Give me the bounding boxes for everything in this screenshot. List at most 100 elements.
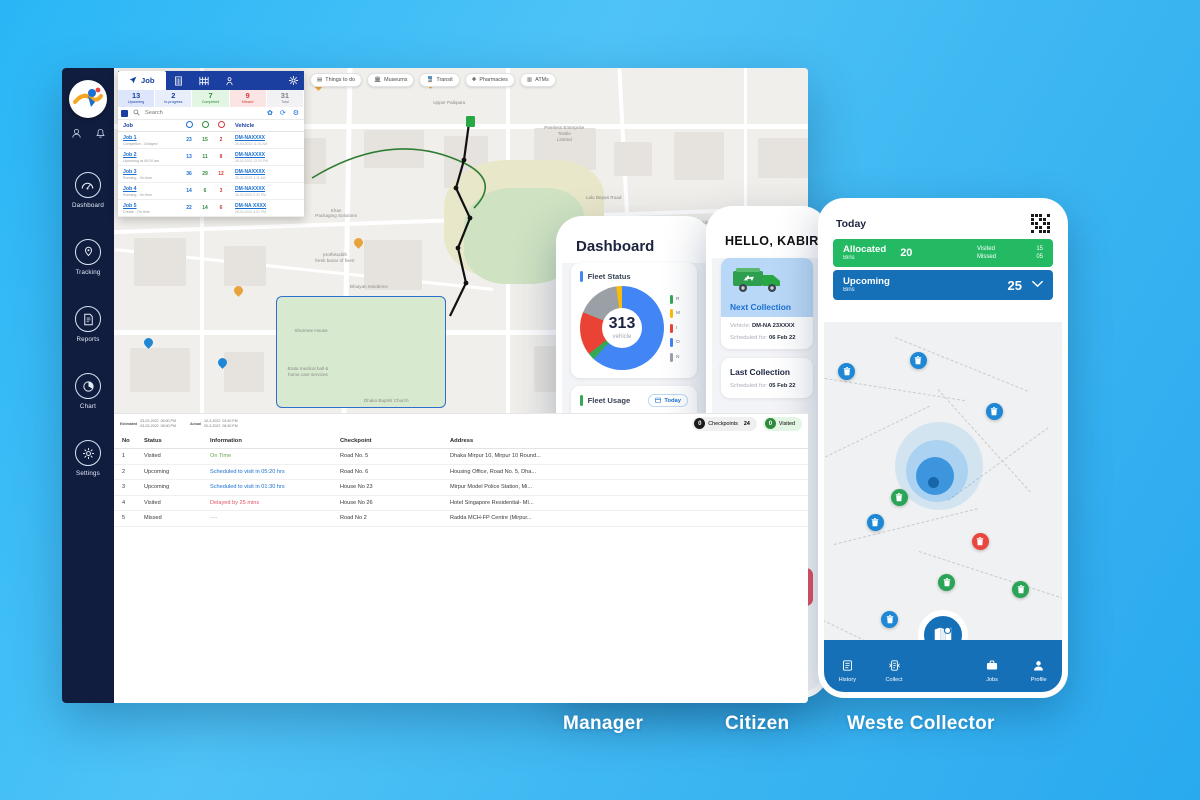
job-missed-count: 6 — [219, 205, 223, 211]
bin-marker-missed[interactable] — [971, 532, 989, 550]
grid-icon[interactable] — [191, 71, 217, 90]
table-body[interactable]: 1 Visited On Time Road No. 5 Dhaka Mirpur 10… — [114, 449, 808, 527]
nav-item-history[interactable]: History — [824, 659, 871, 683]
bin-marker-upcoming[interactable] — [838, 362, 856, 380]
allocated-bins-card[interactable]: Allocated Bins 20 Visited 15 Missed 05 — [833, 239, 1053, 268]
bell-icon[interactable] — [95, 128, 106, 142]
table-row[interactable]: 2 Upcoming Scheduled to visit in 05:20 hrs… — [114, 465, 808, 480]
job-row[interactable]: Job 4 Running - On time 14 6 3 DM-NAXXXX 26-03… — [118, 183, 304, 200]
cell-status: Visited — [144, 453, 161, 460]
job-stat-in-progress[interactable]: 2 In-progress — [155, 90, 193, 107]
nav-item-profile[interactable]: Profile — [1015, 659, 1062, 683]
sidebar-item-settings[interactable]: Settings — [75, 440, 101, 477]
nav-label: History — [838, 677, 857, 683]
sidebar-item-dashboard[interactable]: Dashboard — [72, 172, 104, 209]
cell-information: Delayed by 25 mins — [210, 499, 260, 506]
job-stat-total[interactable]: 31 Total — [266, 90, 305, 107]
job-row[interactable]: Job 2 Upcoming at 05:20 am 13 11 8 DM-NAXXXX 2… — [118, 149, 304, 166]
pharmacy-icon: ✚ — [471, 77, 477, 83]
map-chip-atms[interactable]: ▥ ATMs — [519, 73, 556, 87]
job-panel-tabs[interactable]: Job — [118, 71, 304, 90]
stat-value: 7 — [208, 90, 213, 100]
bin-marker-upcoming[interactable] — [866, 514, 884, 532]
gear-icon[interactable] — [283, 71, 304, 90]
settings-icon[interactable]: ⚙ — [291, 109, 301, 117]
greeting: HELLO, KABIR — [712, 212, 822, 258]
select-all-checkbox[interactable] — [121, 109, 128, 117]
chip-label: Museums — [384, 77, 408, 83]
bin-marker-upcoming[interactable] — [881, 610, 899, 628]
job-row[interactable]: Job 3 Running - On time 36 29 12 DM-NAXXXX 26-… — [118, 166, 304, 183]
map-category-chips[interactable]: ▤ Things to do 🏛 Museums 🚆 Transit ✚ Pharmacies… — [310, 73, 556, 87]
legend-pill-checkpoints[interactable]: 0 Checkpoints 24 — [692, 416, 757, 431]
qr-cell — [1035, 214, 1038, 217]
job-status: Upcoming at 05:20 am — [123, 158, 160, 163]
sidebar-item-tracking[interactable]: Tracking — [75, 239, 101, 276]
bin-marker-upcoming[interactable] — [985, 403, 1003, 421]
collector-map[interactable]: History Collect Jobs Profile — [824, 322, 1062, 692]
map-chip-transit[interactable]: 🚆 Transit — [419, 73, 460, 87]
table-row[interactable]: 5 Missed ---- Road No 2 Radda MCH-FP Centre … — [114, 511, 808, 527]
map-label: Bhuiyan residence — [349, 283, 388, 289]
bin-marker-visited[interactable] — [938, 573, 956, 591]
upcoming-bins-card[interactable]: Upcoming Bins 25 — [833, 270, 1053, 301]
checkpoint-table[interactable]: No Status Information Checkpoint Address… — [114, 433, 808, 703]
job-row[interactable]: Job 1 Completion - Delayed 23 15 2 DM-NAXXXX 2… — [118, 132, 304, 149]
qr-code-icon[interactable] — [1031, 214, 1050, 233]
table-row[interactable]: 4 Visited Delayed by 25 mins House No 26 Hot… — [114, 496, 808, 511]
tab-job[interactable]: Job — [118, 71, 166, 90]
cell-information: ---- — [210, 515, 218, 522]
qr-cell — [1039, 222, 1042, 225]
last-collection-card[interactable]: Last Collection Scheduled for: 05 Feb 22 — [721, 358, 813, 398]
bin-marker-visited[interactable] — [1012, 581, 1030, 598]
nav-item-collect[interactable]: Collect — [871, 659, 918, 683]
table-row[interactable]: 1 Visited On Time Road No. 5 Dhaka Mirpur 10… — [114, 449, 808, 465]
today-filter-button[interactable]: Today — [648, 394, 688, 407]
user-icon[interactable] — [71, 128, 82, 142]
map-chip-museums[interactable]: 🏛 Museums — [366, 73, 415, 87]
atm-icon: ▥ — [526, 77, 533, 83]
job-stat-missed[interactable]: 9 Missed — [229, 90, 267, 107]
legend-pill-visited[interactable]: 0 Visited — [762, 416, 802, 431]
map-chip-pharmacies[interactable]: ✚ Pharmacies — [464, 73, 515, 87]
stat-label: Upcoming — [128, 100, 145, 105]
chip-label: Things to do — [325, 77, 355, 83]
document-icon — [75, 306, 101, 332]
job-search-bar[interactable]: ✿ ⟳ ⚙ — [118, 107, 304, 120]
job-panel[interactable]: Job 13 Upcoming 2 In-progress 7 Completed 9 Mis… — [118, 71, 305, 217]
person-pin-icon[interactable] — [217, 71, 242, 90]
filter-gear-icon[interactable]: ✿ — [265, 109, 275, 117]
job-table-body[interactable]: Job 1 Completion - Delayed 23 15 2 DM-NAXXXX 2… — [118, 132, 304, 217]
bin-marker-upcoming[interactable] — [909, 351, 927, 369]
next-collection-card[interactable]: Next Collection Vehicle: DM-NA 23XXXX Sc… — [721, 258, 813, 349]
bin-marker-visited[interactable] — [890, 488, 908, 506]
sidebar-item-reports[interactable]: Reports — [75, 306, 101, 343]
cell-checkpoint: Road No. 6 — [340, 468, 369, 475]
sidebar-item-chart[interactable]: Chart — [75, 373, 101, 410]
qr-cell — [1035, 230, 1038, 233]
vehicle-time: 26-03-2022 4:01 PM — [235, 209, 266, 214]
vehicle-label: Vehicle: — [730, 323, 751, 329]
job-stat-completed[interactable]: 7 Completed — [192, 90, 230, 107]
cell-information: Scheduled to visit in 01:30 hrs — [210, 484, 285, 491]
search-input[interactable] — [145, 110, 262, 116]
cell-checkpoint: Road No. 5 — [340, 453, 369, 460]
map-chip-things-to-do[interactable]: ▤ Things to do — [310, 73, 362, 87]
allocated-stat-missed: Missed 05 — [977, 254, 1043, 260]
nav-label: Profile — [1030, 677, 1047, 683]
col-completed-dot — [197, 121, 213, 130]
job-stats-row[interactable]: 13 Upcoming 2 In-progress 7 Completed 9 Missed 3… — [118, 90, 305, 107]
nav-item-jobs[interactable]: Jobs — [969, 659, 1016, 683]
job-row[interactable]: Job 5 Create - On time 22 14 6 DM-NA XXXX 26-0… — [118, 200, 304, 217]
table-row[interactable]: 3 Upcoming Scheduled to visit in 01:30 hrs… — [114, 480, 808, 496]
chevron-down-icon[interactable] — [1032, 280, 1043, 291]
stat-value: 9 — [245, 90, 250, 100]
collector-bottom-nav[interactable]: History Collect Jobs Profile — [824, 640, 1062, 692]
map-label: Upper Paikpara — [433, 99, 466, 105]
qr-cell — [1031, 226, 1034, 229]
job-stat-upcoming[interactable]: 13 Upcoming — [118, 90, 156, 107]
sidebar-label: Tracking — [75, 269, 101, 276]
fleet-usage-title: Fleet Usage — [587, 396, 631, 405]
building-icon[interactable] — [166, 71, 191, 90]
refresh-icon[interactable]: ⟳ — [278, 109, 288, 117]
